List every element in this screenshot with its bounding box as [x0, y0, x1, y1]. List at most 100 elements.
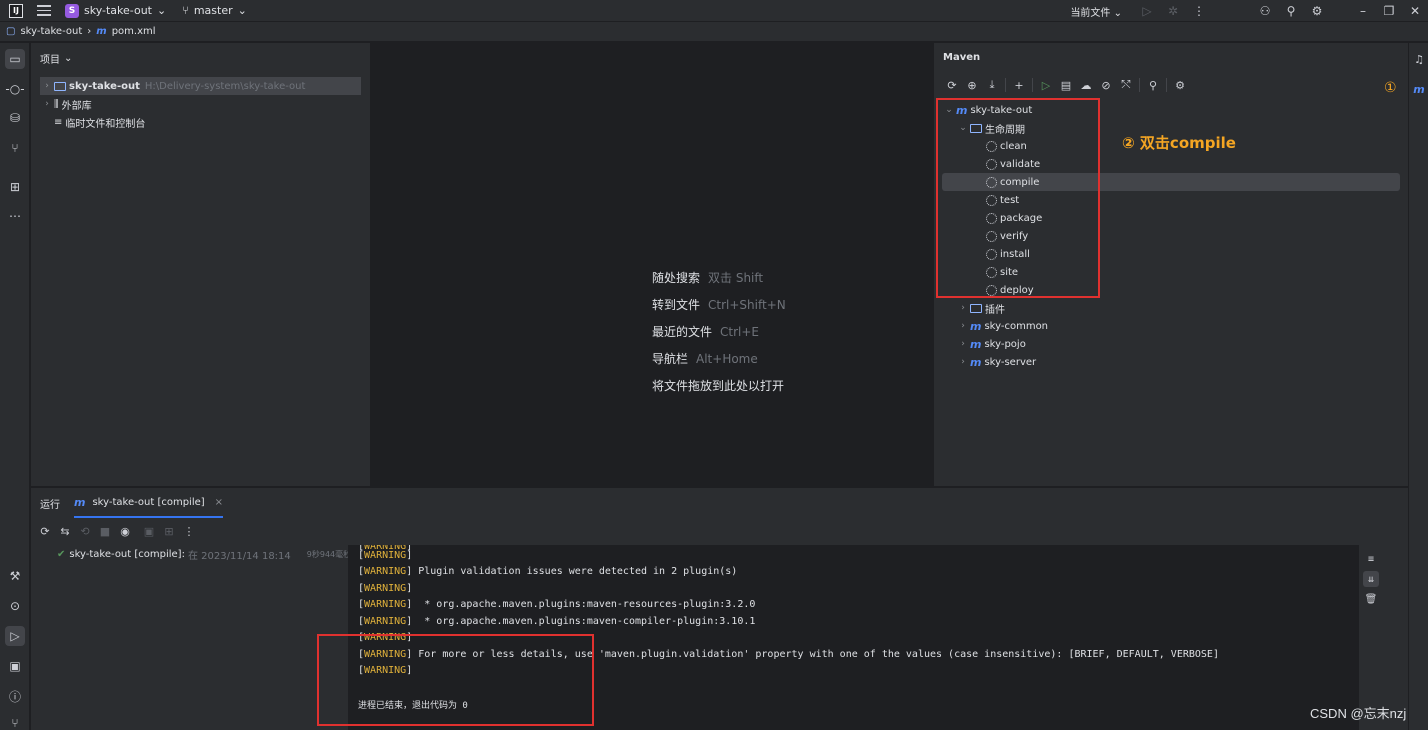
clear-all-trash-icon[interactable]: 🗑	[1363, 591, 1379, 607]
console-line: [WARNING] Plugin validation issues were …	[358, 566, 738, 577]
breadcrumb: ▢ sky-take-out › m pom.xml	[0, 22, 1428, 42]
title-bar: IJ S sky-take-out ⌄ ⑂ master ⌄ 当前文件 ⌄ ▷ …	[0, 0, 1428, 22]
tree-item-scratches[interactable]: ≡ 临时文件和控制台	[40, 113, 361, 131]
screenshot-icon[interactable]: ▣	[139, 525, 159, 538]
stop-icon[interactable]: ■	[95, 525, 115, 538]
build-hammer-icon[interactable]: ⚒	[5, 566, 25, 586]
chevron-right-icon: ›	[45, 81, 49, 91]
notifications-bell-icon[interactable]: ♫	[1411, 51, 1427, 67]
intellij-logo-icon: IJ	[9, 3, 23, 18]
services-icon[interactable]: ⊙	[5, 596, 25, 616]
add-user-icon[interactable]: ⚇	[1252, 4, 1278, 18]
success-check-icon: ✔	[57, 548, 66, 560]
soft-wrap-icon[interactable]: ≡	[1363, 551, 1379, 567]
run-tree: ✔ sky-take-out [compile]: 在 2023/11/14 1…	[31, 545, 351, 730]
reload-icon[interactable]: ⟳	[942, 79, 962, 92]
analyze-dependencies-icon[interactable]: ⚲	[1143, 79, 1163, 92]
settings-gear-icon[interactable]: ⚙	[1304, 4, 1330, 18]
breadcrumb-file[interactable]: pom.xml	[112, 26, 156, 37]
project-panel: 项目 ⌄ › sky-take-out H:\Delivery-system\s…	[31, 43, 371, 486]
skip-tests-icon[interactable]: ⊘	[1096, 79, 1116, 92]
annotation-step-2: ② 双击compile	[1122, 134, 1236, 152]
maven-settings-icon[interactable]: ⚙	[1170, 79, 1190, 92]
console-line: [WARNING] * org.apache.maven.plugins:mav…	[358, 599, 756, 610]
branch-selector[interactable]: ⑂ master ⌄	[182, 4, 247, 17]
problems-icon[interactable]: ⓘ	[5, 686, 25, 706]
git-icon[interactable]: ⑂	[5, 713, 25, 730]
more-options-icon[interactable]: ⋮	[179, 525, 199, 538]
add-icon[interactable]: +	[1009, 79, 1029, 92]
hint-goto-file: 转到文件 Ctrl+Shift+N	[652, 298, 786, 312]
show-icon[interactable]: ◉	[115, 525, 135, 538]
close-tab-icon[interactable]: ×	[215, 497, 223, 508]
project-badge: S	[65, 3, 79, 18]
chevron-down-icon: ⌄	[64, 52, 73, 64]
run-maven-build-icon[interactable]: ▷	[1036, 79, 1056, 92]
tree-item-external-libraries[interactable]: › ⫼ 外部库	[40, 95, 361, 113]
module-icon: ▢	[6, 26, 16, 37]
highlight-box-lifecycle	[936, 98, 1100, 298]
project-selector[interactable]: S sky-take-out ⌄	[65, 3, 166, 18]
library-icon: ⫼	[54, 98, 59, 110]
hint-search-everywhere: 随处搜索 双击 Shift	[652, 271, 764, 285]
tree-item-label: 临时文件和控制台	[65, 118, 146, 130]
pull-requests-icon[interactable]: ⑂	[5, 138, 25, 158]
run-tool-icon[interactable]: ▷	[5, 626, 25, 646]
maven-file-icon: m	[96, 26, 107, 37]
branch-name: master	[193, 4, 233, 17]
maven-plugins-folder[interactable]: › 插件	[942, 299, 1400, 317]
chevron-right-icon: ›	[961, 339, 965, 349]
tab-run[interactable]: 运行	[40, 488, 60, 518]
maven-module-icon: m	[970, 319, 982, 333]
layout-icon[interactable]: ⊞	[159, 525, 179, 538]
project-panel-title: 项目	[40, 54, 60, 66]
database-icon[interactable]: ⛁	[5, 108, 25, 128]
breadcrumb-separator-icon: ›	[87, 26, 92, 37]
more-actions-icon[interactable]: ⋮	[1186, 4, 1212, 18]
chevron-right-icon: ›	[961, 303, 965, 313]
annotation-step-1: ①	[1384, 80, 1397, 96]
close-window-icon[interactable]: ✕	[1402, 4, 1428, 18]
left-tool-strip: ▭ -○- ⛁ ⑂ ⊞ ⋯ ⚒ ⊙ ▷ ▣ ⓘ ⑂	[0, 43, 30, 730]
structure-icon[interactable]: ⊞	[5, 177, 25, 197]
run-toolbar: ⟳ ⇆ ⟲ ■ ◉ ▣ ⊞ ⋮	[31, 518, 1408, 544]
commit-icon[interactable]: -○-	[5, 79, 25, 99]
console-line: [WARNING]	[358, 550, 413, 561]
maven-tool-icon[interactable]: m	[1411, 81, 1427, 97]
execute-goal-icon[interactable]: ▤	[1056, 79, 1076, 92]
maven-module-icon: m	[74, 495, 86, 509]
rerun-failed-icon[interactable]: ⇆	[55, 525, 75, 538]
project-panel-header[interactable]: 项目 ⌄	[31, 43, 370, 73]
tree-item-label: 外部库	[61, 100, 92, 112]
restore-icon[interactable]: ❐	[1376, 4, 1402, 18]
breadcrumb-project[interactable]: sky-take-out	[20, 26, 82, 37]
right-tool-strip: ♫ m	[1408, 43, 1428, 730]
console-line: [WARNING] * org.apache.maven.plugins:mav…	[358, 616, 756, 627]
download-sources-icon[interactable]: ⤓	[982, 78, 1002, 92]
project-tool-icon[interactable]: ▭	[5, 49, 25, 69]
rerun-icon[interactable]: ⟳	[35, 525, 55, 538]
run-config-selector[interactable]: 当前文件 ⌄	[1070, 4, 1122, 19]
hint-recent-files: 最近的文件 Ctrl+E	[652, 325, 760, 339]
search-icon[interactable]: ⚲	[1278, 4, 1304, 18]
run-icon[interactable]: ▷	[1134, 4, 1160, 18]
run-tree-item[interactable]: ✔ sky-take-out [compile]: 在 2023/11/14 1…	[31, 545, 351, 563]
offline-mode-icon[interactable]: ☁	[1076, 79, 1096, 92]
chevron-right-icon: ›	[961, 321, 965, 331]
main-menu-icon[interactable]	[37, 4, 51, 18]
rerun-automatically-icon[interactable]: ⟲	[75, 525, 95, 538]
terminal-icon[interactable]: ▣	[5, 656, 25, 676]
tab-run-config[interactable]: m sky-take-out [compile] ×	[74, 488, 224, 518]
maven-module-sky-server[interactable]: › m sky-server	[942, 353, 1400, 371]
collapse-all-icon[interactable]: ⤲	[1116, 78, 1136, 92]
more-tools-icon[interactable]: ⋯	[5, 206, 25, 226]
debug-icon[interactable]: ✲	[1160, 4, 1186, 18]
maven-toolbar: ⟳ ⊕ ⤓ + ▷ ▤ ☁ ⊘ ⤲ ⚲ ⚙	[942, 78, 1190, 92]
maven-panel-title: Maven	[943, 52, 981, 63]
tree-item-project-root[interactable]: › sky-take-out H:\Delivery-system\sky-ta…	[40, 77, 361, 95]
scroll-to-end-icon[interactable]: ⇊	[1363, 571, 1379, 587]
add-maven-project-icon[interactable]: ⊕	[962, 79, 982, 92]
minimize-icon[interactable]: –	[1350, 4, 1376, 18]
maven-module-sky-pojo[interactable]: › m sky-pojo	[942, 335, 1400, 353]
maven-module-sky-common[interactable]: › m sky-common	[942, 317, 1400, 335]
